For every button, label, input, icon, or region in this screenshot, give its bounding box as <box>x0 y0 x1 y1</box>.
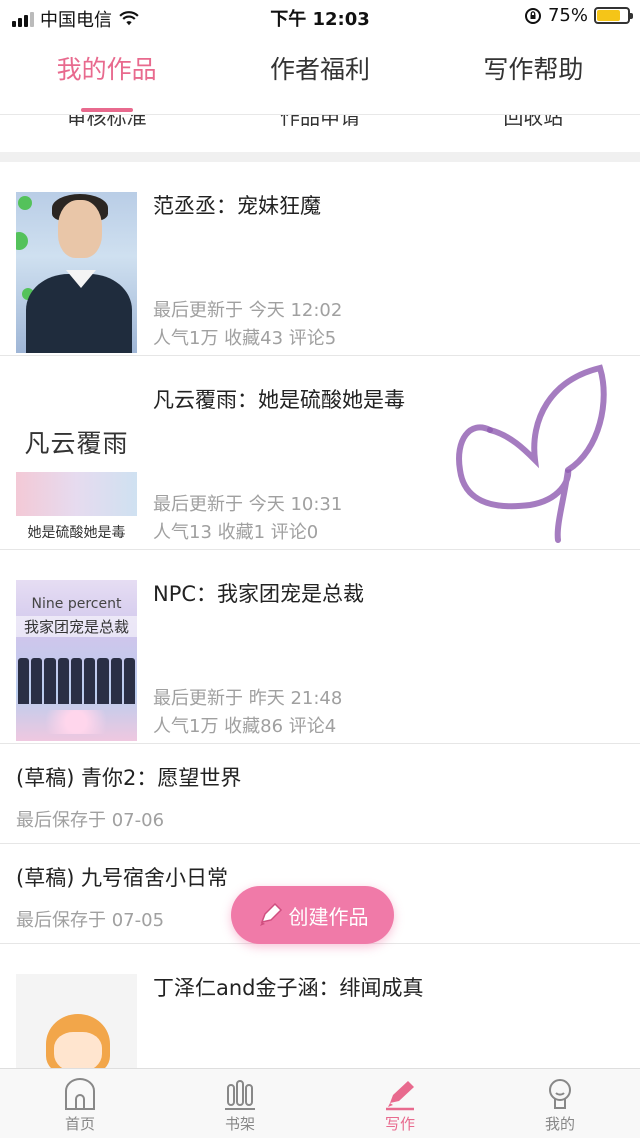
profile-icon <box>549 1079 571 1109</box>
nav-label: 写作 <box>384 1115 415 1133</box>
create-button-label: 创建作品 <box>288 904 369 929</box>
review-standards-link[interactable]: 审核标准 <box>0 115 213 140</box>
work-title: 范丞丞：宠妹狂魔 <box>153 194 321 218</box>
nav-write[interactable]: 写作 <box>320 1069 480 1138</box>
tab-label: 我的作品 <box>56 55 157 84</box>
bottom-nav: 首页 书架 写作 我的 <box>0 1068 640 1138</box>
work-item[interactable]: 范丞丞：宠妹狂魔 最后更新于 今天 12:02 人气1万 收藏43 评论5 <box>0 162 640 356</box>
pencil-icon <box>259 902 282 926</box>
tab-my-works[interactable]: 我的作品 <box>0 34 213 114</box>
works-list: 范丞丞：宠妹狂魔 最后更新于 今天 12:02 人气1万 收藏43 评论5 凡云… <box>0 162 640 1138</box>
nav-bookshelf[interactable]: 书架 <box>160 1069 320 1138</box>
create-work-button[interactable]: 创建作品 <box>231 886 394 944</box>
draft-item[interactable]: (草稿) 青你2：愿望世界 最后保存于 07-06 <box>0 744 640 844</box>
cover-photo <box>16 472 137 516</box>
work-title: NPC：我家团宠是总裁 <box>153 582 365 606</box>
work-cover-image: 凡云覆雨 她是硫酸她是毒 <box>16 386 137 547</box>
work-update-time: 最后更新于 昨天 21:48 <box>153 688 343 709</box>
nav-label: 首页 <box>64 1115 95 1133</box>
bookshelf-icon <box>225 1080 255 1110</box>
cover-title: 凡云覆雨 <box>24 429 129 458</box>
cover-group-photo <box>18 652 135 704</box>
work-cover-image <box>16 192 137 353</box>
work-update-time: 最后更新于 今天 10:31 <box>153 494 343 515</box>
tab-writing-help[interactable]: 写作帮助 <box>427 34 640 114</box>
sub-menu-row: 审核标准 作品申请 回收站 <box>0 114 640 154</box>
battery-icon <box>594 7 633 24</box>
work-title: 凡云覆雨：她是硫酸她是毒 <box>153 388 405 412</box>
cover-subtitle: Nine percent <box>31 596 122 612</box>
status-right: 75% <box>524 5 633 26</box>
section-divider <box>0 152 640 162</box>
top-tab-bar: 我的作品 作者福利 写作帮助 <box>0 34 640 114</box>
tab-label: 写作帮助 <box>483 55 584 84</box>
draft-saved-time: 最后保存于 07-06 <box>16 810 165 831</box>
draft-saved-time: 最后保存于 07-05 <box>16 910 165 931</box>
home-icon <box>65 1078 95 1110</box>
nav-profile[interactable]: 我的 <box>480 1069 640 1138</box>
battery-percent: 75% <box>547 5 588 26</box>
draft-title: (草稿) 青你2：愿望世界 <box>16 766 242 790</box>
work-cover-image: Nine percent 我家团宠是总裁 <box>16 580 137 741</box>
nav-label: 我的 <box>544 1115 575 1133</box>
tab-label: 作者福利 <box>269 55 370 84</box>
draft-title: (草稿) 九号宿舍小日常 <box>16 866 229 890</box>
nav-home[interactable]: 首页 <box>0 1069 160 1138</box>
work-application-link[interactable]: 作品申请 <box>213 115 426 140</box>
pencil-icon <box>386 1081 414 1111</box>
nav-label: 书架 <box>224 1115 255 1133</box>
cover-title: 我家团宠是总裁 <box>16 616 137 637</box>
work-title: 丁泽仁and金子涵：绯闻成真 <box>153 976 424 1000</box>
work-update-time: 最后更新于 今天 12:02 <box>153 300 343 321</box>
work-stats: 人气1万 收藏43 评论5 <box>153 328 337 349</box>
work-stats: 人气1万 收藏86 评论4 <box>153 716 337 737</box>
orientation-lock-icon <box>524 7 541 24</box>
status-bar: 中国电信 下午 12:03 75% <box>0 0 640 34</box>
active-tab-indicator <box>80 108 133 112</box>
work-stats: 人气13 收藏1 评论0 <box>153 522 319 543</box>
recycle-bin-link[interactable]: 回收站 <box>427 115 640 140</box>
work-item[interactable]: 凡云覆雨 她是硫酸她是毒 凡云覆雨：她是硫酸她是毒 最后更新于 今天 10:31… <box>0 356 640 550</box>
tab-author-benefits[interactable]: 作者福利 <box>213 34 426 114</box>
cover-subtitle: 她是硫酸她是毒 <box>27 525 126 541</box>
work-item[interactable]: Nine percent 我家团宠是总裁 NPC：我家团宠是总裁 最后更新于 昨… <box>0 550 640 744</box>
